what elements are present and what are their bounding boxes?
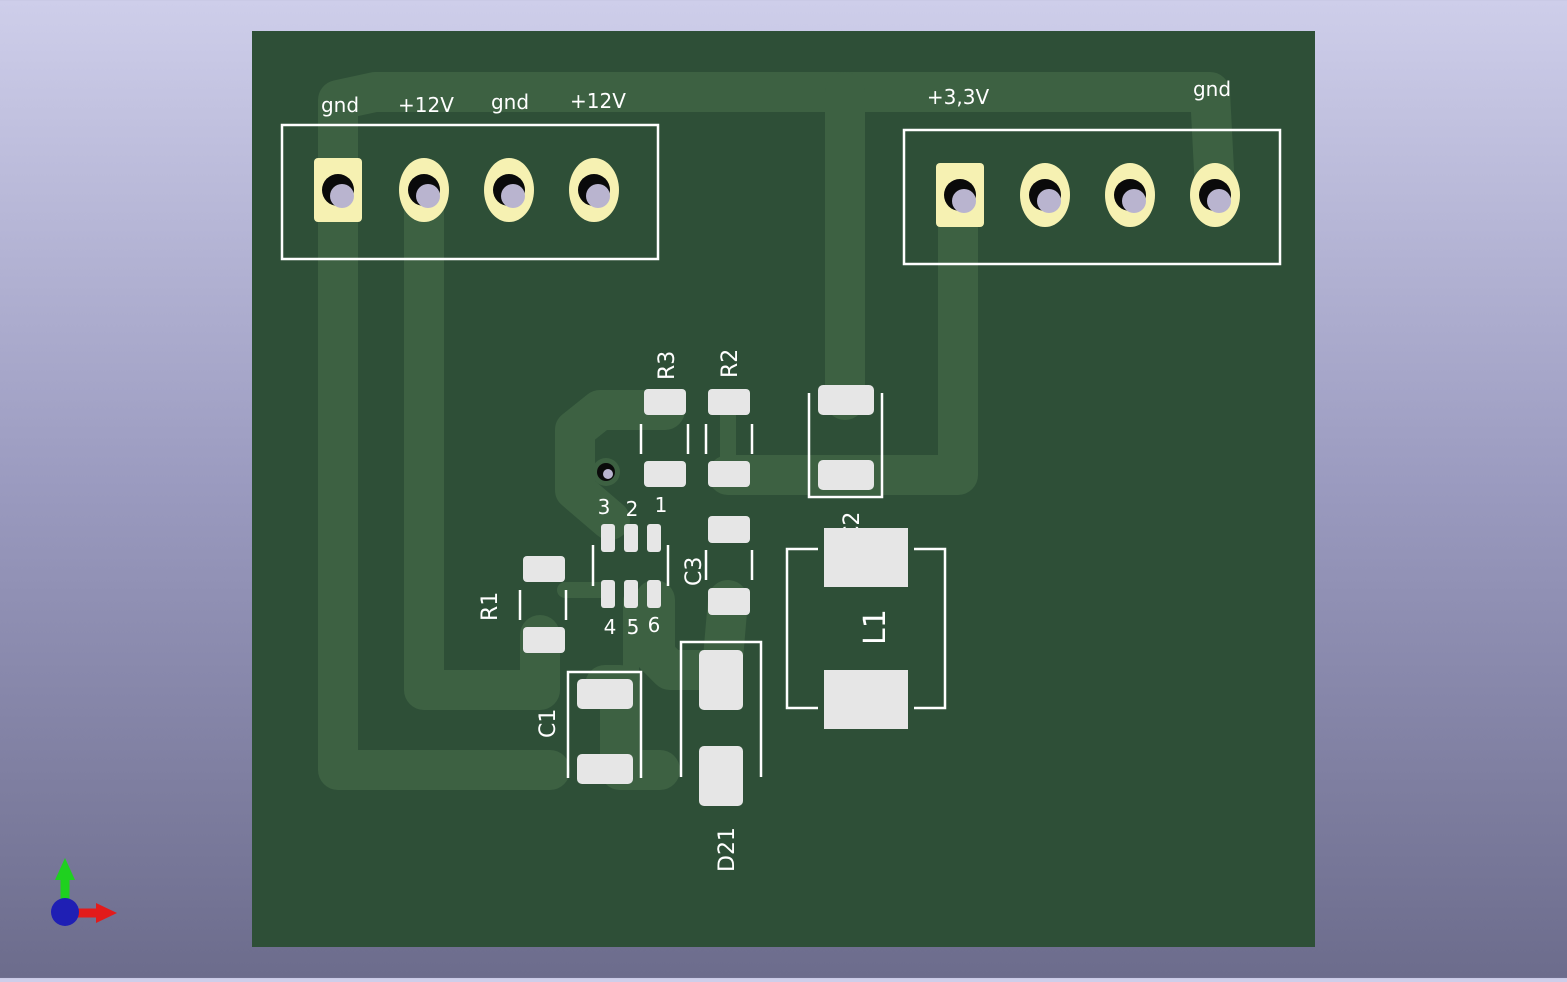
connector-left-label-4: +12V [570,89,626,113]
label-c3: C3 [682,557,707,586]
connector-right-pad-4 [1190,163,1240,227]
label-r1: R1 [478,592,503,621]
axis-gizmo[interactable] [51,858,117,926]
ic-pin-4: 4 [604,615,617,639]
connector-left-pad-3 [484,158,534,222]
connector-right-pad-2 [1020,163,1070,227]
connector-left-label-2: +12V [398,93,454,117]
ic-pin-2: 2 [626,497,639,521]
z-axis-dot-icon [51,898,79,926]
label-c1: C1 [536,709,561,738]
connector-right-pad-3 [1105,163,1155,227]
pcb-3d-viewer[interactable]: gnd +12V gnd +12V +3,3V gnd R3 R2 C2 3 2… [0,0,1567,978]
ic-pin-5: 5 [627,615,640,639]
label-l1: L1 [858,609,893,645]
connector-right-label-2: gnd [1193,77,1231,101]
connector-right-pad-1 [936,163,984,227]
connector-left-pad-2 [399,158,449,222]
connector-left-pad-1 [314,158,362,222]
pcb-scene[interactable]: gnd +12V gnd +12V +3,3V gnd R3 R2 C2 3 2… [0,0,1567,978]
connector-right-label-1: +3,3V [927,85,990,109]
label-d21: D21 [715,827,740,872]
y-axis-arrowhead-icon [55,858,75,880]
label-r3: R3 [655,351,680,380]
connector-left-label-1: gnd [321,93,359,117]
ic-pin-6: 6 [648,613,661,637]
ic-pin-3: 3 [598,495,611,519]
connector-left-pad-4 [569,158,619,222]
label-r2: R2 [718,349,743,378]
ic-pin-1: 1 [655,493,668,517]
via [592,458,620,486]
x-axis-arrowhead-icon [96,903,117,923]
connector-left-label-3: gnd [491,90,529,114]
